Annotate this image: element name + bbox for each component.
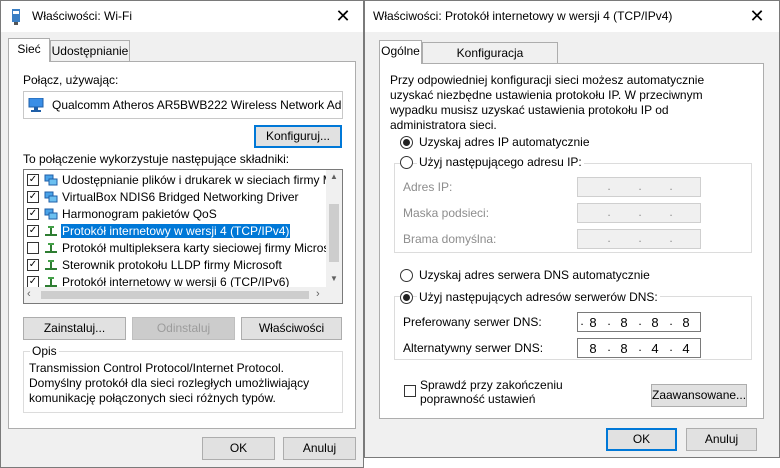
ip-manual-label[interactable]: Użyj następującego adresu IP:: [417, 155, 584, 169]
ip-manual-radio[interactable]: [400, 156, 413, 169]
window-title: Właściwości: Wi-Fi: [32, 9, 132, 23]
component-label: Sterownik protokołu LLDP firmy Microsoft: [62, 258, 282, 272]
scroll-left-icon[interactable]: ‹: [27, 288, 31, 300]
component-checkbox[interactable]: ✓: [27, 191, 39, 203]
wifi-adapter-icon: [12, 9, 20, 25]
component-checkbox[interactable]: [27, 242, 39, 254]
subnet-mask-field: ...: [577, 203, 701, 223]
scroll-up-icon[interactable]: ▲: [330, 172, 338, 181]
dns-auto-label[interactable]: Uzyskaj adres serwera DNS automatycznie: [419, 268, 650, 282]
install-button[interactable]: Zainstaluj...: [23, 317, 126, 340]
tab-alternate-config[interactable]: Konfiguracja alternatywna: [422, 42, 558, 80]
protocol-icon: [45, 277, 57, 287]
network-service-icon: [44, 191, 58, 203]
protocol-icon: [45, 260, 57, 270]
list-item[interactable]: ✓ Udostępnianie plików i drukarek w sieci…: [24, 172, 326, 189]
horizontal-scrollbar[interactable]: ‹ ›: [24, 287, 342, 303]
list-item[interactable]: ✓ Sterownik protokołu LLDP firmy Microsof…: [24, 257, 326, 274]
component-label: VirtualBox NDIS6 Bridged Networking Driv…: [62, 190, 299, 204]
component-label: Protokół internetowy w wersji 4 (TCP/IPv…: [59, 223, 292, 239]
component-label: Protokół internetowy w wersji 6 (TCP/IPv…: [62, 275, 290, 287]
network-adapter-icon: [28, 98, 44, 112]
close-icon[interactable]: ✕: [321, 1, 365, 32]
ip-auto-radio[interactable]: [400, 136, 413, 149]
configure-button[interactable]: Konfiguruj...: [254, 125, 342, 148]
component-checkbox[interactable]: ✓: [27, 225, 39, 237]
wifi-properties-window: Właściwości: Wi-Fi ✕ Sieć Udostępnianie …: [0, 0, 364, 468]
subnet-mask-label: Maska podsieci:: [403, 206, 490, 220]
description-group: Opis Transmission Control Protocol/Inter…: [23, 344, 343, 413]
ok-button[interactable]: OK: [202, 437, 275, 460]
title-bar: Właściwości: Wi-Fi ✕: [1, 1, 363, 32]
network-service-icon: [44, 174, 58, 186]
scroll-down-icon[interactable]: ▼: [330, 274, 338, 283]
component-checkbox[interactable]: ✓: [27, 208, 39, 220]
network-service-icon: [44, 208, 58, 220]
components-rows: ✓ Udostępnianie plików i drukarek w sieci…: [24, 170, 326, 287]
connect-using-label: Połącz, używając:: [23, 73, 119, 87]
ip-address-field: ...: [577, 177, 701, 197]
alternate-dns-field[interactable]: 8 . 8 . 4 . 4: [577, 338, 701, 358]
gateway-label: Brama domyślna:: [403, 232, 497, 246]
component-label: Protokół multipleksera karty sieciowej f…: [62, 241, 326, 255]
tab-general[interactable]: Ogólne: [379, 40, 422, 64]
scroll-thumb[interactable]: [329, 204, 339, 262]
component-checkbox[interactable]: ✓: [27, 174, 39, 186]
scroll-right-icon[interactable]: ›: [316, 288, 320, 300]
dns-manual-radio[interactable]: [400, 291, 413, 304]
preferred-dns-label: Preferowany serwer DNS:: [403, 315, 542, 329]
description-group-title: Opis: [30, 344, 59, 358]
network-tab-panel: Połącz, używając: Qualcomm Atheros AR5BW…: [8, 61, 356, 429]
list-item[interactable]: ✓ Protokół internetowy w wersji 4 (TCP/IP…: [24, 223, 326, 240]
validate-label[interactable]: Sprawdź przy zakończeniu poprawność usta…: [420, 378, 620, 406]
tab-network[interactable]: Sieć: [8, 38, 50, 62]
title-bar: Właściwości: Protokół internetowy w wers…: [365, 1, 779, 32]
protocol-icon: [45, 243, 57, 253]
list-item[interactable]: ✓ VirtualBox NDIS6 Bridged Networking Dri…: [24, 189, 326, 206]
scroll-hthumb[interactable]: [41, 291, 309, 299]
ip-auto-label[interactable]: Uzyskaj adres IP automatycznie: [419, 135, 590, 149]
close-icon[interactable]: ✕: [735, 1, 779, 32]
component-label: Udostępnianie plików i drukarek w siecia…: [62, 173, 326, 187]
protocol-icon: [45, 226, 57, 236]
advanced-button[interactable]: Zaawansowane...: [651, 384, 747, 407]
tab-sharing[interactable]: Udostępnianie: [50, 40, 130, 62]
cancel-button[interactable]: Anuluj: [283, 437, 356, 460]
dns-auto-radio[interactable]: [400, 269, 413, 282]
gateway-field: ...: [577, 229, 701, 249]
description-text: Transmission Control Protocol/Internet P…: [29, 361, 310, 405]
uninstall-button: Odinstaluj: [132, 317, 235, 340]
alternate-dns-label: Alternatywny serwer DNS:: [403, 341, 544, 355]
intro-text: Przy odpowiedniej konfiguracji sieci moż…: [390, 73, 705, 132]
general-tab-panel: Przy odpowiedniej konfiguracji sieci moż…: [379, 63, 764, 419]
component-checkbox[interactable]: ✓: [27, 259, 39, 271]
validate-checkbox[interactable]: [404, 385, 416, 397]
adapter-name: Qualcomm Atheros AR5BWB222 Wireless Netw…: [52, 98, 343, 112]
list-item[interactable]: Protokół multipleksera karty sieciowej f…: [24, 240, 326, 257]
components-label: To połączenie wykorzystuje następujące s…: [23, 152, 290, 166]
preferred-dns-field[interactable]: 8. . 8 . 8 . 8: [577, 312, 701, 332]
list-item[interactable]: ✓ Harmonogram pakietów QoS: [24, 206, 326, 223]
components-list: ✓ Udostępnianie plików i drukarek w sieci…: [23, 169, 343, 304]
properties-button[interactable]: Właściwości: [241, 317, 342, 340]
ipv4-properties-window: Właściwości: Protokół internetowy w wers…: [364, 0, 780, 458]
adapter-field: Qualcomm Atheros AR5BWB222 Wireless Netw…: [23, 91, 343, 119]
ip-address-label: Adres IP:: [403, 180, 453, 194]
component-checkbox[interactable]: ✓: [27, 276, 39, 287]
ok-button[interactable]: OK: [606, 428, 677, 451]
vertical-scrollbar[interactable]: ▲ ▼: [326, 170, 342, 287]
window-title: Właściwości: Protokół internetowy w wers…: [373, 9, 673, 23]
list-item[interactable]: ✓ Protokół internetowy w wersji 6 (TCP/IP…: [24, 274, 326, 287]
component-label: Harmonogram pakietów QoS: [62, 207, 217, 221]
cancel-button[interactable]: Anuluj: [686, 428, 757, 451]
dns-manual-label[interactable]: Użyj następujących adresów serwerów DNS:: [417, 290, 660, 304]
